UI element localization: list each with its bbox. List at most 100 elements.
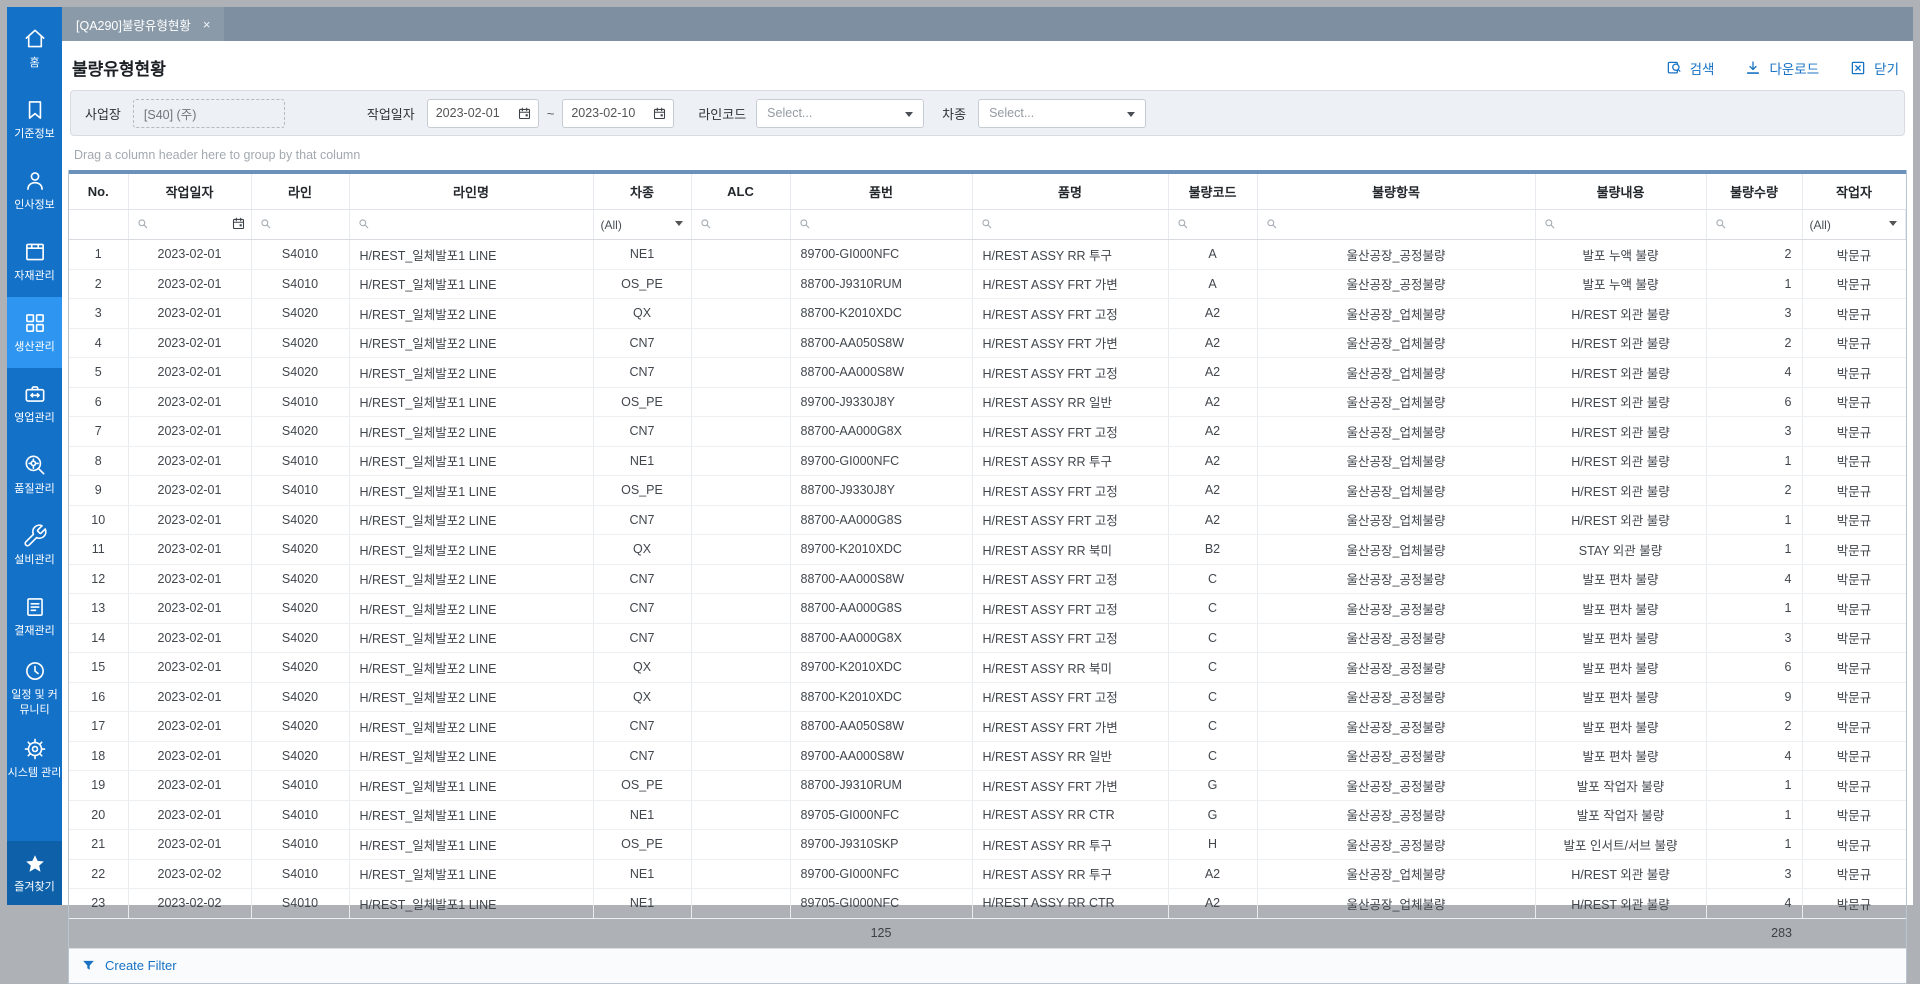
cell-worker[interactable]: 박문규: [1802, 859, 1906, 889]
cell-line[interactable]: S4010: [251, 446, 349, 476]
cell-defect-content[interactable]: H/REST 외관 불량: [1535, 889, 1706, 919]
cell-defect-item[interactable]: 울산공장_업체불량: [1257, 417, 1535, 447]
table-row[interactable]: 19 2023-02-01 S4010 H/REST_일체발포1 LINE OS…: [69, 771, 1906, 801]
cell-part-name[interactable]: H/REST ASSY RR CTR: [972, 800, 1168, 830]
cell-line[interactable]: S4020: [251, 505, 349, 535]
filter-workdate[interactable]: [128, 210, 251, 240]
cell-part-no[interactable]: 89700-AA000S8W: [790, 741, 972, 771]
cell-part-no[interactable]: 88700-K2010XDC: [790, 299, 972, 329]
cell-line[interactable]: S4010: [251, 240, 349, 270]
cell-defect-content[interactable]: H/REST 외관 불량: [1535, 387, 1706, 417]
cell-alc[interactable]: [691, 446, 790, 476]
cell-no[interactable]: 9: [69, 476, 128, 506]
cell-line[interactable]: S4020: [251, 741, 349, 771]
cell-line[interactable]: S4020: [251, 299, 349, 329]
cell-no[interactable]: 23: [69, 889, 128, 919]
filter-defect-qty[interactable]: [1706, 210, 1802, 240]
cell-worker[interactable]: 박문규: [1802, 446, 1906, 476]
sidebar-item-schedule-community[interactable]: 일정 및 커뮤니티: [7, 652, 62, 723]
sidebar-item-material[interactable]: 자재관리: [7, 226, 62, 297]
calendar-icon[interactable]: [652, 106, 667, 121]
cell-line-name[interactable]: H/REST_일체발포2 LINE: [349, 564, 593, 594]
cell-part-name[interactable]: H/REST ASSY RR 투구: [972, 446, 1168, 476]
cell-workdate[interactable]: 2023-02-01: [128, 830, 251, 860]
cell-part-name[interactable]: H/REST ASSY FRT 고정: [972, 358, 1168, 388]
cell-defect-item[interactable]: 울산공장_공정불량: [1257, 564, 1535, 594]
cell-defect-content[interactable]: H/REST 외관 불량: [1535, 299, 1706, 329]
cell-worker[interactable]: 박문규: [1802, 623, 1906, 653]
cell-defect-code[interactable]: A2: [1168, 446, 1257, 476]
download-button[interactable]: 다운로드: [1744, 58, 1819, 78]
cell-part-no[interactable]: 89700-J9310SKP: [790, 830, 972, 860]
cell-line-name[interactable]: H/REST_일체발포1 LINE: [349, 889, 593, 919]
cell-line-name[interactable]: H/REST_일체발포1 LINE: [349, 446, 593, 476]
sidebar-item-master-data[interactable]: 기준정보: [7, 84, 62, 155]
cell-defect-item[interactable]: 울산공장_공정불량: [1257, 771, 1535, 801]
cell-workdate[interactable]: 2023-02-01: [128, 387, 251, 417]
cell-defect-qty[interactable]: 2: [1706, 476, 1802, 506]
cell-workdate[interactable]: 2023-02-01: [128, 505, 251, 535]
col-no[interactable]: No.: [69, 174, 128, 210]
cell-line[interactable]: S4020: [251, 358, 349, 388]
cell-model[interactable]: CN7: [593, 594, 691, 624]
cell-alc[interactable]: [691, 594, 790, 624]
cell-part-no[interactable]: 89700-J9330J8Y: [790, 387, 972, 417]
cell-alc[interactable]: [691, 535, 790, 565]
calendar-icon[interactable]: [517, 106, 532, 121]
cell-no[interactable]: 11: [69, 535, 128, 565]
cell-defect-qty[interactable]: 4: [1706, 889, 1802, 919]
cell-part-no[interactable]: 88700-J9310RUM: [790, 771, 972, 801]
cell-defect-content[interactable]: 발포 작업자 불량: [1535, 771, 1706, 801]
cell-defect-item[interactable]: 울산공장_업체불량: [1257, 328, 1535, 358]
col-line[interactable]: 라인: [251, 174, 349, 210]
col-part-name[interactable]: 품명: [972, 174, 1168, 210]
cell-model[interactable]: QX: [593, 653, 691, 683]
cell-model[interactable]: OS_PE: [593, 476, 691, 506]
cell-no[interactable]: 12: [69, 564, 128, 594]
cell-workdate[interactable]: 2023-02-01: [128, 299, 251, 329]
cell-part-no[interactable]: 88700-AA000S8W: [790, 358, 972, 388]
filter-worker[interactable]: (All): [1802, 210, 1906, 240]
cell-no[interactable]: 13: [69, 594, 128, 624]
cell-no[interactable]: 16: [69, 682, 128, 712]
cell-defect-qty[interactable]: 1: [1706, 535, 1802, 565]
cell-part-name[interactable]: H/REST ASSY FRT 고정: [972, 299, 1168, 329]
table-row[interactable]: 15 2023-02-01 S4020 H/REST_일체발포2 LINE QX…: [69, 653, 1906, 683]
cell-alc[interactable]: [691, 387, 790, 417]
cell-workdate[interactable]: 2023-02-01: [128, 564, 251, 594]
cell-part-name[interactable]: H/REST ASSY FRT 가변: [972, 328, 1168, 358]
cell-defect-item[interactable]: 울산공장_업체불량: [1257, 387, 1535, 417]
cell-workdate[interactable]: 2023-02-02: [128, 889, 251, 919]
cell-no[interactable]: 1: [69, 240, 128, 270]
cell-alc[interactable]: [691, 623, 790, 653]
sidebar-item-production[interactable]: 생산관리: [7, 297, 62, 368]
table-row[interactable]: 12 2023-02-01 S4020 H/REST_일체발포2 LINE CN…: [69, 564, 1906, 594]
cell-part-no[interactable]: 88700-AA000G8S: [790, 594, 972, 624]
table-row[interactable]: 20 2023-02-01 S4010 H/REST_일체발포1 LINE NE…: [69, 800, 1906, 830]
cell-model[interactable]: QX: [593, 535, 691, 565]
table-row[interactable]: 8 2023-02-01 S4010 H/REST_일체발포1 LINE NE1…: [69, 446, 1906, 476]
cell-line[interactable]: S4020: [251, 653, 349, 683]
cell-defect-code[interactable]: A2: [1168, 387, 1257, 417]
table-row[interactable]: 16 2023-02-01 S4020 H/REST_일체발포2 LINE QX…: [69, 682, 1906, 712]
filter-alc[interactable]: [691, 210, 790, 240]
cell-defect-content[interactable]: 발포 누액 불량: [1535, 269, 1706, 299]
cell-workdate[interactable]: 2023-02-01: [128, 800, 251, 830]
table-row[interactable]: 11 2023-02-01 S4020 H/REST_일체발포2 LINE QX…: [69, 535, 1906, 565]
cell-alc[interactable]: [691, 358, 790, 388]
table-row[interactable]: 6 2023-02-01 S4010 H/REST_일체발포1 LINE OS_…: [69, 387, 1906, 417]
cell-line-name[interactable]: H/REST_일체발포2 LINE: [349, 358, 593, 388]
cell-line[interactable]: S4010: [251, 859, 349, 889]
cell-worker[interactable]: 박문규: [1802, 830, 1906, 860]
cell-part-name[interactable]: H/REST ASSY FRT 고정: [972, 476, 1168, 506]
cell-defect-content[interactable]: 발포 편차 불량: [1535, 594, 1706, 624]
cell-defect-content[interactable]: 발포 편차 불량: [1535, 653, 1706, 683]
cell-model[interactable]: CN7: [593, 358, 691, 388]
col-alc[interactable]: ALC: [691, 174, 790, 210]
cell-defect-code[interactable]: A2: [1168, 505, 1257, 535]
cell-line[interactable]: S4010: [251, 387, 349, 417]
cell-part-name[interactable]: H/REST ASSY FRT 고정: [972, 505, 1168, 535]
cell-worker[interactable]: 박문규: [1802, 564, 1906, 594]
cell-defect-code[interactable]: C: [1168, 741, 1257, 771]
cell-worker[interactable]: 박문규: [1802, 417, 1906, 447]
